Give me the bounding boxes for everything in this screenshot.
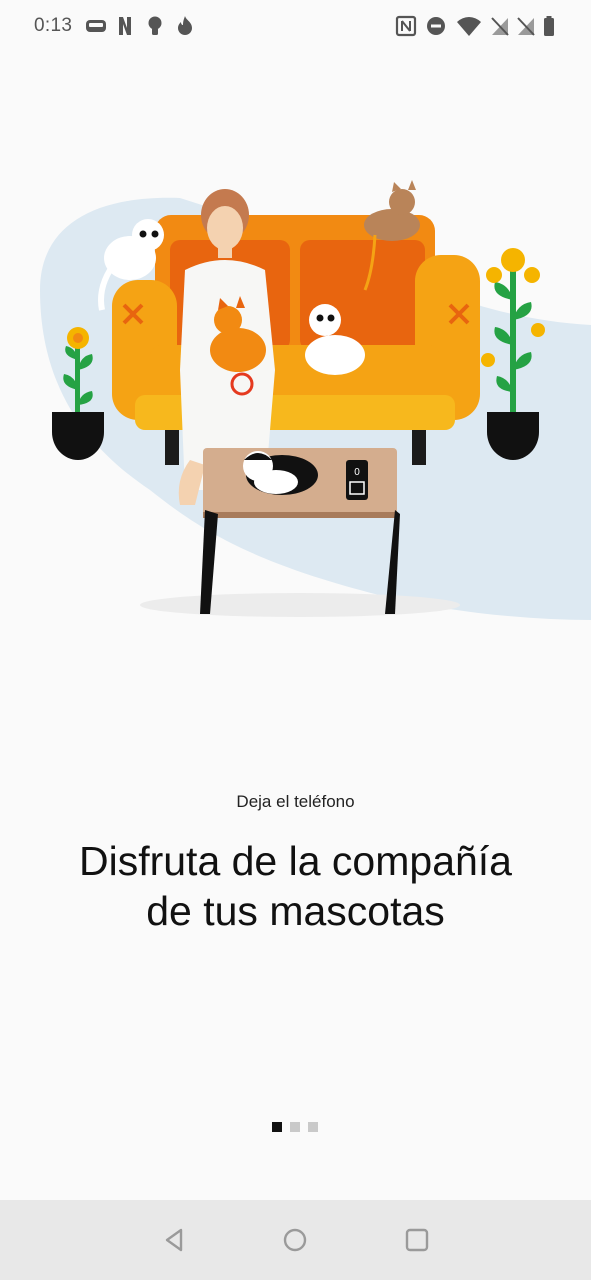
page-dot-1[interactable] [272, 1122, 282, 1132]
signal-no-sim-1-icon [491, 17, 509, 36]
status-time: 0:13 [34, 15, 73, 36]
navigation-bar [0, 1200, 591, 1280]
onboarding-headline: Disfruta de la compañía de tus mascotas [20, 836, 571, 936]
status-bar: 0:13 [0, 0, 591, 52]
onboarding-subtitle: Deja el teléfono [236, 792, 355, 811]
floor-shadow [140, 593, 460, 617]
netflix-n-icon [119, 17, 131, 35]
do-not-disturb-icon [427, 17, 445, 35]
svg-text:0: 0 [354, 467, 360, 478]
fire-icon [178, 16, 192, 35]
back-icon[interactable] [161, 1226, 189, 1254]
headline-line-2: de tus mascotas [146, 888, 445, 934]
gamepad-icon [86, 20, 106, 32]
onboarding-illustration: 0 [40, 180, 591, 620]
signal-no-sim-2-icon [517, 17, 535, 36]
page-indicator [272, 1122, 318, 1132]
wifi-icon [457, 17, 481, 36]
page-dot-2[interactable] [290, 1122, 300, 1132]
nfc-icon [395, 15, 417, 37]
home-icon[interactable] [281, 1226, 309, 1254]
headline-line-1: Disfruta de la compañía [78, 838, 512, 884]
page-dot-3[interactable] [308, 1122, 318, 1132]
battery-icon [544, 16, 554, 36]
recents-icon[interactable] [403, 1226, 431, 1254]
sofa [112, 215, 480, 465]
bulb-icon [148, 16, 162, 35]
